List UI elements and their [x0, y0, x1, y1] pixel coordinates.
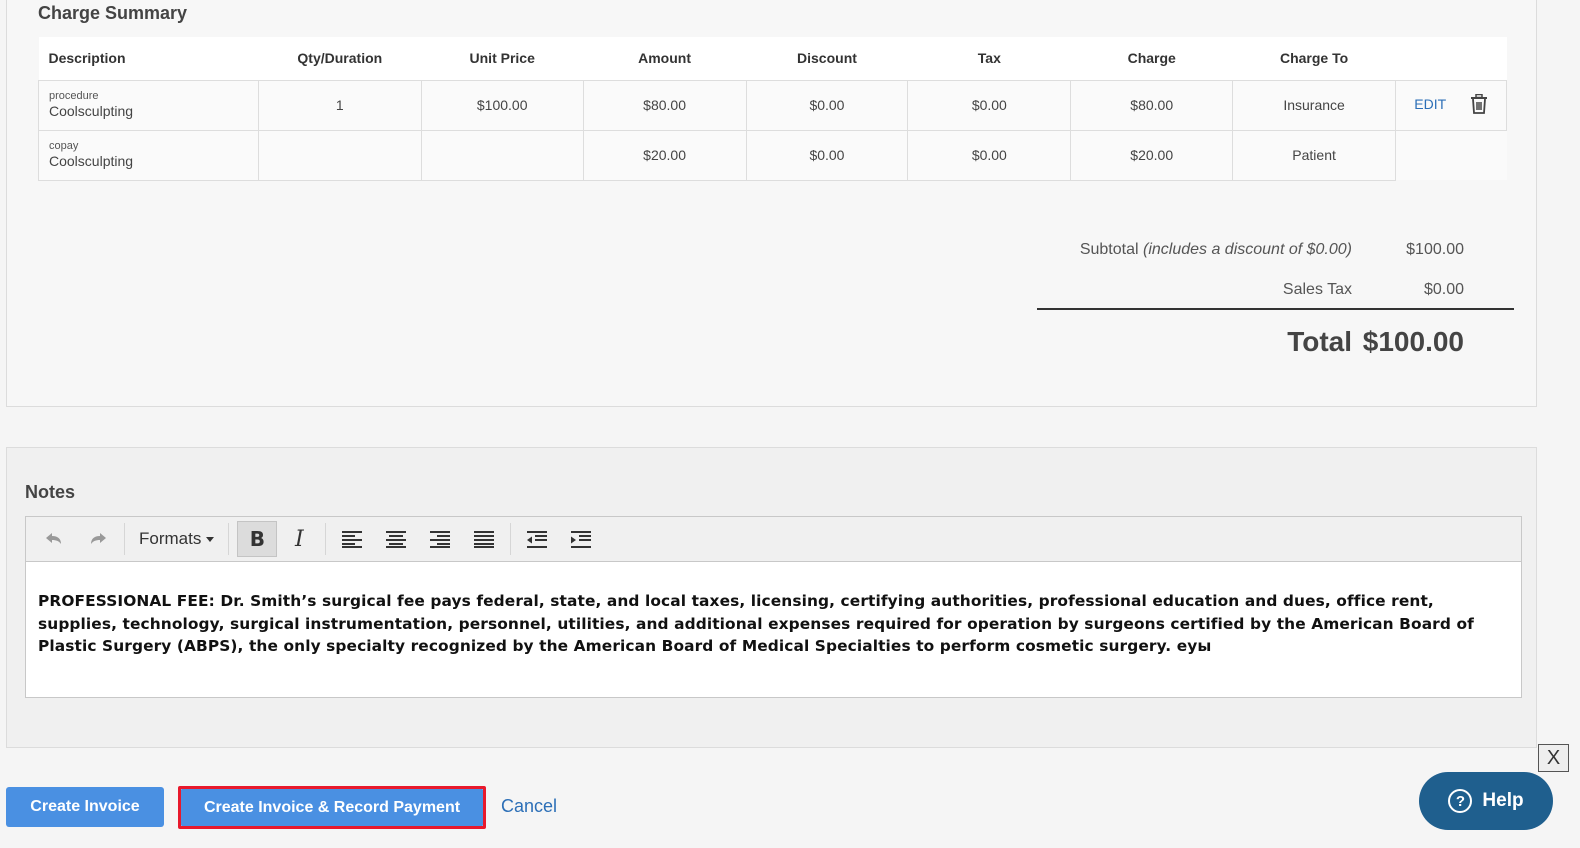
charge-cell: $80.00	[1070, 79, 1234, 131]
charge-summary-panel: Charge Summary Description Qty/Duration …	[6, 0, 1537, 407]
column-header: Charge To	[1232, 37, 1396, 81]
total-label: Total	[1287, 326, 1352, 357]
subtotal-text: Subtotal	[1079, 241, 1139, 258]
column-header: Discount	[746, 37, 908, 81]
create-invoice-button[interactable]: Create Invoice	[6, 787, 164, 827]
cancel-link[interactable]: Cancel	[501, 796, 557, 817]
toolbar-separator	[228, 523, 230, 555]
formats-dropdown[interactable]: Formats	[129, 519, 224, 559]
row-actions	[1395, 130, 1507, 180]
charge-table: Description Qty/Duration Unit Price Amou…	[38, 37, 1507, 181]
toolbar-separator	[325, 523, 327, 555]
sales-tax-label: Sales Tax	[1282, 281, 1352, 298]
description-cell: procedure Coolsculpting	[38, 79, 259, 131]
help-label: Help	[1482, 790, 1524, 811]
notes-editor: Formats B I PROFESSIONAL FEE: Dr. Smith’…	[25, 516, 1522, 698]
discount-cell: $0.00	[745, 129, 909, 181]
undo-icon[interactable]	[32, 519, 76, 559]
edit-link[interactable]: EDIT	[1414, 96, 1446, 112]
align-center-icon[interactable]	[374, 519, 418, 559]
italic-button[interactable]: I	[277, 519, 321, 559]
toolbar-separator	[510, 523, 512, 555]
redo-icon[interactable]	[76, 519, 120, 559]
subtotal-note: (includes a discount of $0.00)	[1142, 241, 1352, 258]
table-row: procedure Coolsculpting 1 $100.00 $80.00…	[38, 79, 1507, 131]
tax-cell: $0.00	[907, 129, 1072, 181]
column-header-actions	[1395, 37, 1507, 81]
close-button[interactable]: X	[1538, 744, 1569, 772]
sales-tax-value: $0.00	[1423, 281, 1464, 298]
column-header: Amount	[583, 37, 747, 81]
charge-to-cell: Patient	[1232, 129, 1397, 181]
unit-price-cell	[420, 129, 584, 181]
description-cell: copay Coolsculpting	[38, 129, 259, 181]
create-invoice-record-payment-button[interactable]: Create Invoice & Record Payment	[181, 789, 483, 826]
qty-cell: 1	[257, 79, 422, 131]
discount-cell: $0.00	[745, 79, 909, 131]
charge-name: Coolsculpting	[49, 103, 134, 119]
column-header: Tax	[907, 37, 1071, 81]
caret-down-icon	[206, 536, 215, 542]
align-justify-icon[interactable]	[462, 519, 506, 559]
column-header: Qty/Duration	[258, 37, 422, 81]
charge-summary-title: Charge Summary	[38, 3, 188, 23]
charge-type: procedure	[49, 90, 99, 102]
toolbar-separator	[124, 523, 125, 555]
align-right-icon[interactable]	[418, 519, 462, 559]
charge-cell: $20.00	[1070, 129, 1234, 181]
qty-cell	[257, 129, 422, 181]
indent-icon[interactable]	[559, 519, 603, 559]
amount-cell: $80.00	[582, 79, 747, 131]
total-value: $100.00	[1362, 326, 1464, 357]
tax-cell: $0.00	[907, 79, 1072, 131]
column-header: Charge	[1070, 37, 1233, 81]
trash-icon[interactable]	[1470, 93, 1488, 117]
notes-content[interactable]: PROFESSIONAL FEE: Dr. Smith’s surgical f…	[26, 562, 1521, 658]
charge-name: Coolsculpting	[49, 153, 134, 169]
question-circle-icon: ?	[1448, 789, 1473, 813]
column-header: Unit Price	[421, 37, 584, 81]
table-row: copay Coolsculpting $20.00 $0.00 $0.00 $…	[38, 129, 1507, 181]
amount-cell: $20.00	[582, 129, 747, 181]
unit-price-cell: $100.00	[420, 79, 584, 131]
notes-title: Notes	[25, 482, 76, 502]
table-header-row: Description Qty/Duration Unit Price Amou…	[38, 37, 1507, 81]
notes-panel: Notes Formats B I PROFESSIONAL FEE: Dr. …	[6, 447, 1537, 748]
bold-button[interactable]: B	[237, 521, 278, 557]
totals-divider	[1037, 308, 1514, 310]
charge-type: copay	[49, 140, 79, 152]
subtotal-label: Subtotal (includes a discount of $0.00)	[1080, 241, 1352, 259]
editor-toolbar: Formats B I	[26, 517, 1521, 562]
row-actions: EDIT	[1395, 79, 1507, 131]
outdent-icon[interactable]	[515, 519, 559, 559]
charge-to-cell: Insurance	[1232, 79, 1397, 131]
subtotal-value: $100.00	[1406, 241, 1464, 258]
help-button[interactable]: ? Help	[1419, 772, 1553, 830]
column-header: Description	[38, 37, 259, 81]
formats-label: Formats	[139, 529, 202, 548]
align-left-icon[interactable]	[330, 519, 374, 559]
